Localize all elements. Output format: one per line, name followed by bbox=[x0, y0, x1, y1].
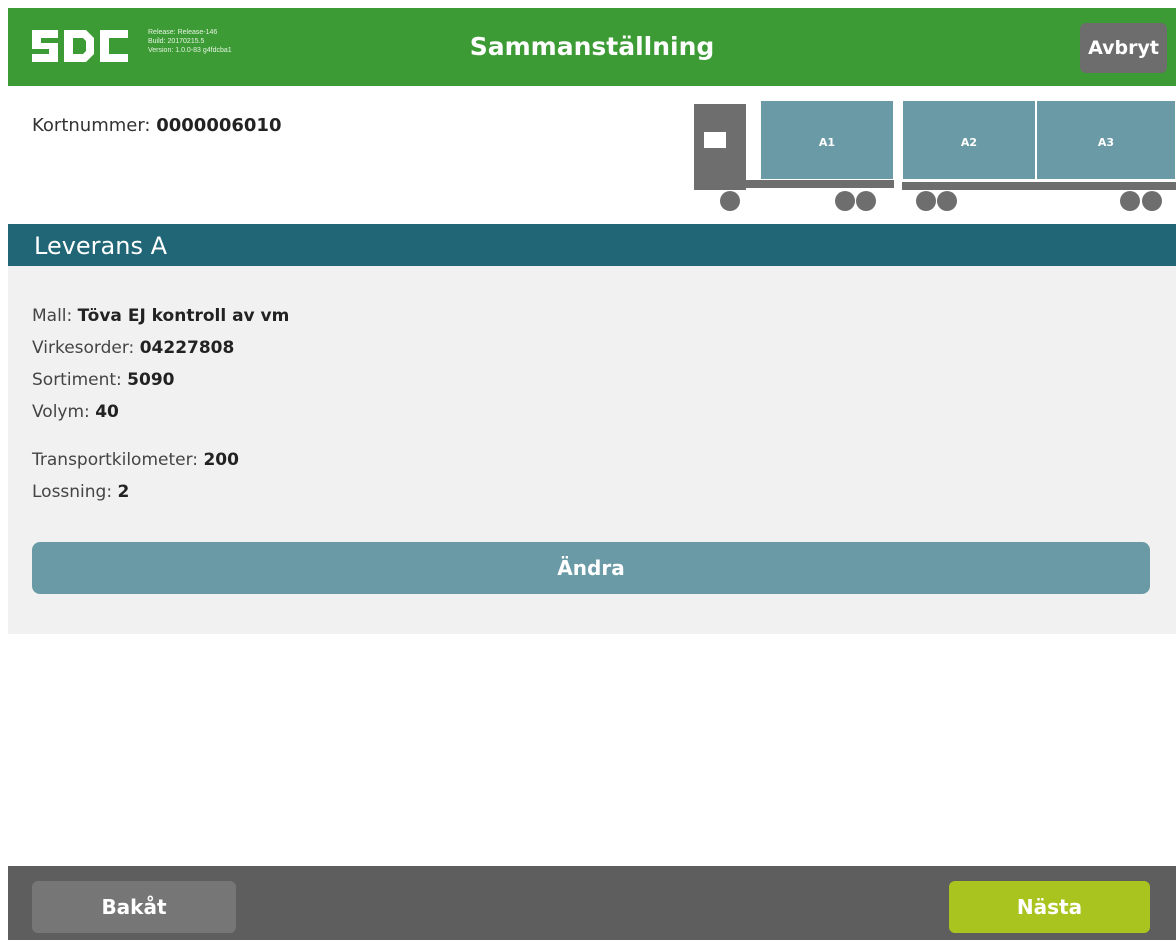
section-title: Leverans A bbox=[34, 232, 168, 260]
card-number: Kortnummer: 0000006010 bbox=[32, 115, 281, 136]
back-button[interactable]: Bakåt bbox=[32, 881, 236, 933]
card-number-value: 0000006010 bbox=[156, 115, 282, 136]
next-button[interactable]: Nästa bbox=[949, 881, 1150, 933]
truck-diagram: A1 A2 A3 bbox=[694, 100, 1176, 211]
wheel bbox=[916, 191, 936, 211]
wheel bbox=[1142, 191, 1162, 211]
cancel-button[interactable]: Avbryt bbox=[1080, 23, 1167, 73]
cab-window bbox=[704, 132, 726, 148]
change-button[interactable]: Ändra bbox=[32, 542, 1150, 594]
card-number-label: Kortnummer: bbox=[32, 115, 151, 136]
template-field: Mall: Töva EJ kontroll av vm bbox=[32, 306, 290, 326]
volume-field: Volym: 40 bbox=[32, 402, 119, 422]
transport-km-field: Transportkilometer: 200 bbox=[32, 450, 239, 470]
delivery-panel: Mall: Töva EJ kontroll av vm Virkesorder… bbox=[8, 266, 1176, 634]
truck-chassis bbox=[694, 180, 894, 188]
unloading-field: Lossning: 2 bbox=[32, 482, 130, 502]
compartment-label-a1: A1 bbox=[819, 136, 835, 149]
section-header: Leverans A bbox=[8, 224, 1176, 266]
page-title: Sammanställning bbox=[469, 32, 715, 61]
assortment-field: Sortiment: 5090 bbox=[32, 370, 175, 390]
trailer-chassis bbox=[902, 182, 1176, 190]
wheel bbox=[1120, 191, 1140, 211]
compartment-label-a2: A2 bbox=[961, 136, 977, 149]
compartment-label-a3: A3 bbox=[1098, 136, 1114, 149]
footer-bar: Bakåt Nästa bbox=[8, 866, 1176, 940]
wheel bbox=[856, 191, 876, 211]
wood-order-field: Virkesorder: 04227808 bbox=[32, 338, 235, 358]
wheel bbox=[835, 191, 855, 211]
wheel bbox=[720, 191, 740, 211]
wheel bbox=[937, 191, 957, 211]
app-header: Release: Release-146 Build: 20170215.5 V… bbox=[8, 8, 1176, 86]
